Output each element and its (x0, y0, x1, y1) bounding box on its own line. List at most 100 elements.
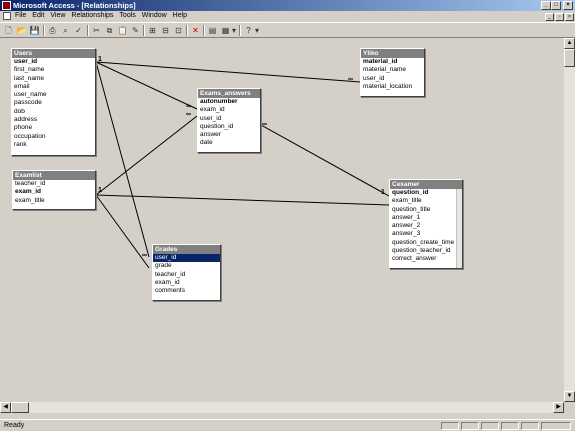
menu-tools[interactable]: Tools (118, 12, 136, 19)
menu-file[interactable]: File (14, 12, 27, 19)
new-object-dropdown-icon[interactable]: ▾ (231, 25, 237, 36)
field-item[interactable]: teacher_id (153, 271, 220, 279)
field-item[interactable]: question_teacher_id (390, 247, 462, 255)
help-icon[interactable]: ? (243, 25, 254, 36)
paste-icon[interactable]: 📋 (117, 25, 128, 36)
table-yliko[interactable]: Yliko material_id material_name user_id … (360, 48, 425, 97)
field-item[interactable]: rank (12, 141, 95, 149)
relationship-line[interactable] (95, 115, 198, 196)
copy-icon[interactable]: ⧉ (104, 25, 115, 36)
relationship-line[interactable] (95, 61, 198, 110)
field-item[interactable]: exam_id (153, 279, 220, 287)
relationship-line[interactable] (95, 61, 361, 83)
field-item[interactable]: date (198, 139, 260, 147)
field-item-selected[interactable]: user_id (153, 254, 220, 263)
table-title[interactable]: Examlist (13, 171, 95, 180)
scroll-right-icon[interactable]: ▶ (553, 402, 564, 413)
print-icon[interactable]: ⎙ (47, 25, 58, 36)
menu-window[interactable]: Window (141, 12, 168, 19)
save-icon[interactable]: 💾 (29, 25, 40, 36)
properties-icon[interactable]: ▤ (207, 25, 218, 36)
field-item[interactable]: teacher_id (13, 180, 95, 188)
field-item[interactable]: question_create_time (390, 239, 462, 247)
menu-relationships[interactable]: Relationships (70, 12, 114, 19)
show-all-icon[interactable]: ⊡ (173, 25, 184, 36)
show-table-icon[interactable]: ⊞ (147, 25, 158, 36)
close-button[interactable]: × (563, 1, 573, 10)
horizontal-scroll-thumb[interactable] (11, 402, 29, 413)
field-item[interactable]: user_name (12, 91, 95, 99)
field-item[interactable]: passcode (12, 99, 95, 107)
field-item[interactable]: answer_3 (390, 230, 462, 238)
menu-edit[interactable]: Edit (31, 12, 45, 19)
table-scrollbar[interactable] (456, 189, 462, 268)
table-examlist[interactable]: Examlist teacher_id exam_id exam_title (12, 170, 96, 210)
doc-restore-button[interactable]: ▫ (555, 13, 564, 21)
new-icon[interactable]: 🗋 (3, 25, 14, 36)
field-item[interactable]: answer (198, 131, 260, 139)
field-item[interactable]: question_title (390, 206, 462, 214)
field-item[interactable]: material_location (361, 83, 424, 91)
field-item[interactable]: answer_1 (390, 214, 462, 222)
scroll-up-icon[interactable]: ▲ (564, 38, 575, 49)
field-item[interactable]: occupation (12, 133, 95, 141)
field-item[interactable]: first_name (12, 66, 95, 74)
print-preview-icon[interactable]: ⌕ (60, 25, 71, 36)
help-dropdown-icon[interactable]: ▾ (254, 25, 260, 36)
cut-icon[interactable]: ✂ (91, 25, 102, 36)
status-panel (461, 422, 479, 430)
access-key-icon[interactable] (2, 1, 11, 10)
table-title[interactable]: Grades (153, 245, 220, 254)
doc-close-button[interactable]: × (565, 13, 574, 21)
field-item[interactable]: exam_id (13, 188, 95, 196)
vertical-scrollbar[interactable]: ▲ ▼ (564, 38, 575, 402)
open-icon[interactable]: 📂 (16, 25, 27, 36)
field-item[interactable]: question_id (198, 123, 260, 131)
new-object-icon[interactable]: ▦ (220, 25, 231, 36)
delete-icon[interactable]: ✕ (190, 25, 201, 36)
table-title[interactable]: Yliko (361, 49, 424, 58)
format-painter-icon[interactable]: ✎ (130, 25, 141, 36)
field-item[interactable]: exam_title (390, 197, 462, 205)
relationships-canvas[interactable]: Users user_id first_name last_name email… (0, 38, 564, 402)
field-item[interactable]: user_id (361, 75, 424, 83)
field-item[interactable]: answer_2 (390, 222, 462, 230)
doc-minimize-button[interactable]: _ (545, 13, 554, 21)
field-item[interactable]: dob (12, 108, 95, 116)
menu-view[interactable]: View (49, 12, 66, 19)
document-icon[interactable] (3, 12, 11, 20)
scroll-down-icon[interactable]: ▼ (564, 391, 575, 402)
relationship-line[interactable] (95, 194, 390, 206)
field-item[interactable]: exam_title (13, 197, 95, 205)
field-item[interactable]: comments (153, 287, 220, 295)
table-title[interactable]: Cexamer (390, 180, 462, 189)
field-item[interactable]: last_name (12, 75, 95, 83)
table-grades[interactable]: Grades user_id grade teacher_id exam_id … (152, 244, 221, 301)
field-item[interactable]: autonumber (198, 98, 260, 106)
field-item[interactable]: exam_id (198, 106, 260, 114)
field-item[interactable]: address (12, 116, 95, 124)
table-exams-answers[interactable]: Exams_answers autonumber exam_id user_id… (197, 88, 261, 153)
field-item[interactable]: material_id (361, 58, 424, 66)
field-item[interactable]: phone (12, 124, 95, 132)
field-item[interactable]: material_name (361, 66, 424, 74)
field-item[interactable]: correct_answer (390, 255, 462, 263)
spelling-icon[interactable]: ✓ (73, 25, 84, 36)
horizontal-scrollbar[interactable]: ◀ ▶ (0, 402, 564, 413)
scroll-left-icon[interactable]: ◀ (0, 402, 11, 413)
table-title[interactable]: Users (12, 49, 95, 58)
table-cexamer[interactable]: Cexamer question_id exam_title question_… (389, 179, 463, 269)
field-item[interactable]: user_id (12, 58, 95, 66)
show-direct-icon[interactable]: ⊟ (160, 25, 171, 36)
menu-help[interactable]: Help (172, 12, 188, 19)
vertical-scroll-thumb[interactable] (564, 49, 575, 67)
field-item[interactable]: grade (153, 262, 220, 270)
field-item[interactable]: question_id (390, 189, 462, 197)
maximize-button[interactable]: □ (551, 1, 561, 10)
minimize-button[interactable]: _ (541, 1, 551, 10)
table-title[interactable]: Exams_answers (198, 89, 260, 98)
relationship-line[interactable] (260, 124, 390, 197)
field-item[interactable]: user_id (198, 115, 260, 123)
field-item[interactable]: email (12, 83, 95, 91)
table-users[interactable]: Users user_id first_name last_name email… (11, 48, 96, 156)
